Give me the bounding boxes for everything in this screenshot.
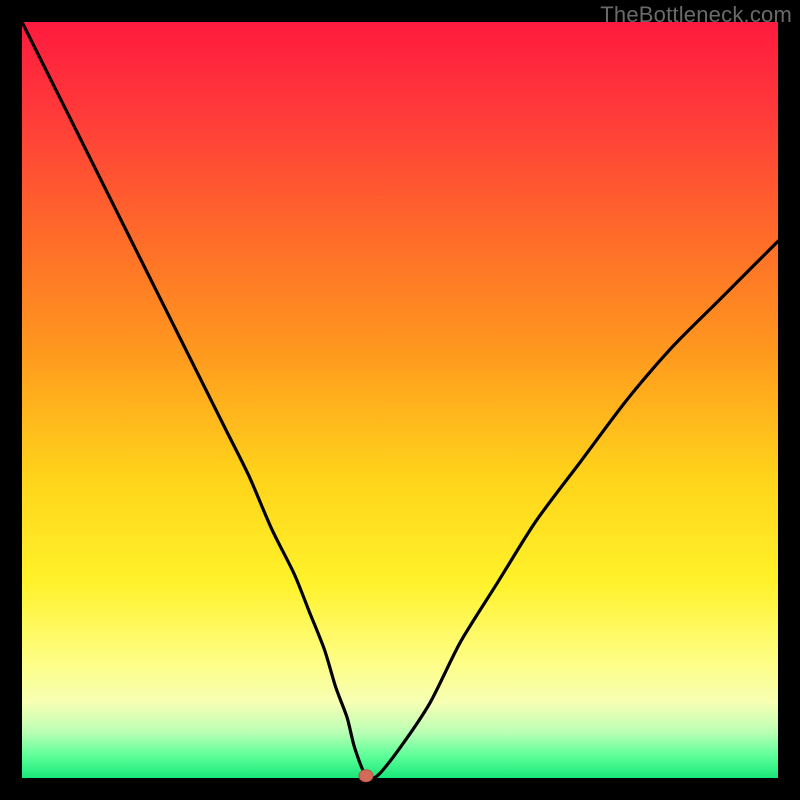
bottleneck-curve	[22, 22, 778, 779]
curve-svg	[22, 22, 778, 778]
chart-frame: TheBottleneck.com	[0, 0, 800, 800]
minimum-marker	[359, 770, 373, 782]
plot-area	[22, 22, 778, 778]
watermark-text: TheBottleneck.com	[600, 2, 792, 28]
